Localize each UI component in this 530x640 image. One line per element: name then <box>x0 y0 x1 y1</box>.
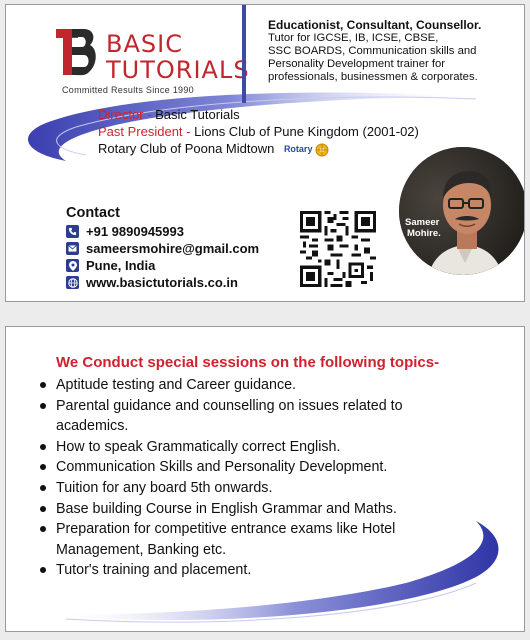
logo-text-tutorials: TUTORIALS <box>106 56 250 84</box>
past-president-label: Past President - <box>98 124 195 139</box>
topic-item-continuation: academics. <box>56 418 129 435</box>
intro-block: Educationist, Consultant, Counsellor. Tu… <box>268 19 518 84</box>
topic-item: Communication Skills and Personality Dev… <box>36 457 496 478</box>
rotary-wheel-icon <box>315 143 329 157</box>
topic-item: Parental guidance and counselling on iss… <box>36 396 496 417</box>
director-label: Director - <box>98 107 156 122</box>
phone-icon <box>66 225 79 238</box>
topic-item-continuation: Management, Banking etc. <box>56 541 227 558</box>
contact-phone: +91 9890945993 <box>86 224 184 239</box>
rotary-logo: Rotary <box>284 141 330 158</box>
topic-item: Preparation for competitive entrance exa… <box>36 519 496 540</box>
contact-title: Contact <box>66 205 120 221</box>
logo-tagline: Committed Results Since 1990 <box>62 85 194 95</box>
topic-item: How to speak Grammatically correct Engli… <box>36 437 496 458</box>
topic-item: Tuition for any board 5th onwards. <box>36 478 496 499</box>
rotary-logo-text: Rotary <box>283 144 313 155</box>
business-card-front: BASIC TUTORIALS Committed Results Since … <box>5 4 525 302</box>
contact-email: sameersmohire@gmail.com <box>86 241 260 256</box>
intro-line: SSC BOARDS, Communication skills and <box>268 45 477 57</box>
topic-item: Aptitude testing and Career guidance. <box>36 375 496 396</box>
director-value: Basic Tutorials <box>155 107 240 122</box>
intro-line: Tutor for IGCSE, IB, ICSE, CBSE, <box>268 32 439 44</box>
email-icon <box>66 242 79 255</box>
business-card-back: We Conduct special sessions on the follo… <box>5 326 525 632</box>
location-icon <box>66 259 79 272</box>
past-president-row: Past President - Lions Club of Pune King… <box>98 123 419 140</box>
contact-website-row[interactable]: www.basictutorials.co.in <box>66 274 238 291</box>
logo-tb-icon <box>56 29 96 76</box>
photo-caption-last: Mohire. <box>407 228 441 239</box>
basic-tutorials-logo: BASIC TUTORIALS Committed Results Since … <box>54 25 249 101</box>
rotary-row: Rotary Club of Poona Midtown Rotary <box>98 140 419 158</box>
globe-icon <box>66 276 79 289</box>
intro-line: Personality Development trainer for <box>268 58 446 70</box>
photo-caption-first: Sameer <box>405 217 440 228</box>
past-president-value: Lions Club of Pune Kingdom (2001-02) <box>194 124 419 139</box>
intro-headline: Educationist, Consultant, Counsellor. <box>268 18 482 32</box>
photo-caption: Sameer Mohire. <box>399 217 449 239</box>
roles-block: Director - Basic Tutorials Past Presiden… <box>98 106 419 158</box>
topic-item: Tutor's training and placement. <box>36 560 496 581</box>
vertical-divider <box>242 5 246 103</box>
profile-photo: Sameer Mohire. <box>399 147 524 275</box>
director-row: Director - Basic Tutorials <box>98 106 419 123</box>
topics-heading: We Conduct special sessions on the follo… <box>56 354 440 371</box>
topics-list: Aptitude testing and Career guidance. Pa… <box>36 375 496 581</box>
contact-location-row: Pune, India <box>66 257 155 274</box>
contact-website: www.basictutorials.co.in <box>86 275 238 290</box>
contact-email-row[interactable]: sameersmohire@gmail.com <box>66 240 259 257</box>
contact-phone-row[interactable]: +91 9890945993 <box>66 223 184 240</box>
topic-item: Base building Course in English Grammar … <box>36 499 496 520</box>
rotary-club-text: Rotary Club of Poona Midtown <box>98 141 275 156</box>
portrait-image <box>399 147 524 275</box>
logo-text-basic: BASIC <box>106 30 183 58</box>
qr-code-icon[interactable] <box>300 211 376 287</box>
contact-location: Pune, India <box>86 258 156 273</box>
intro-line: professionals, businessmen & corporates. <box>268 71 478 83</box>
